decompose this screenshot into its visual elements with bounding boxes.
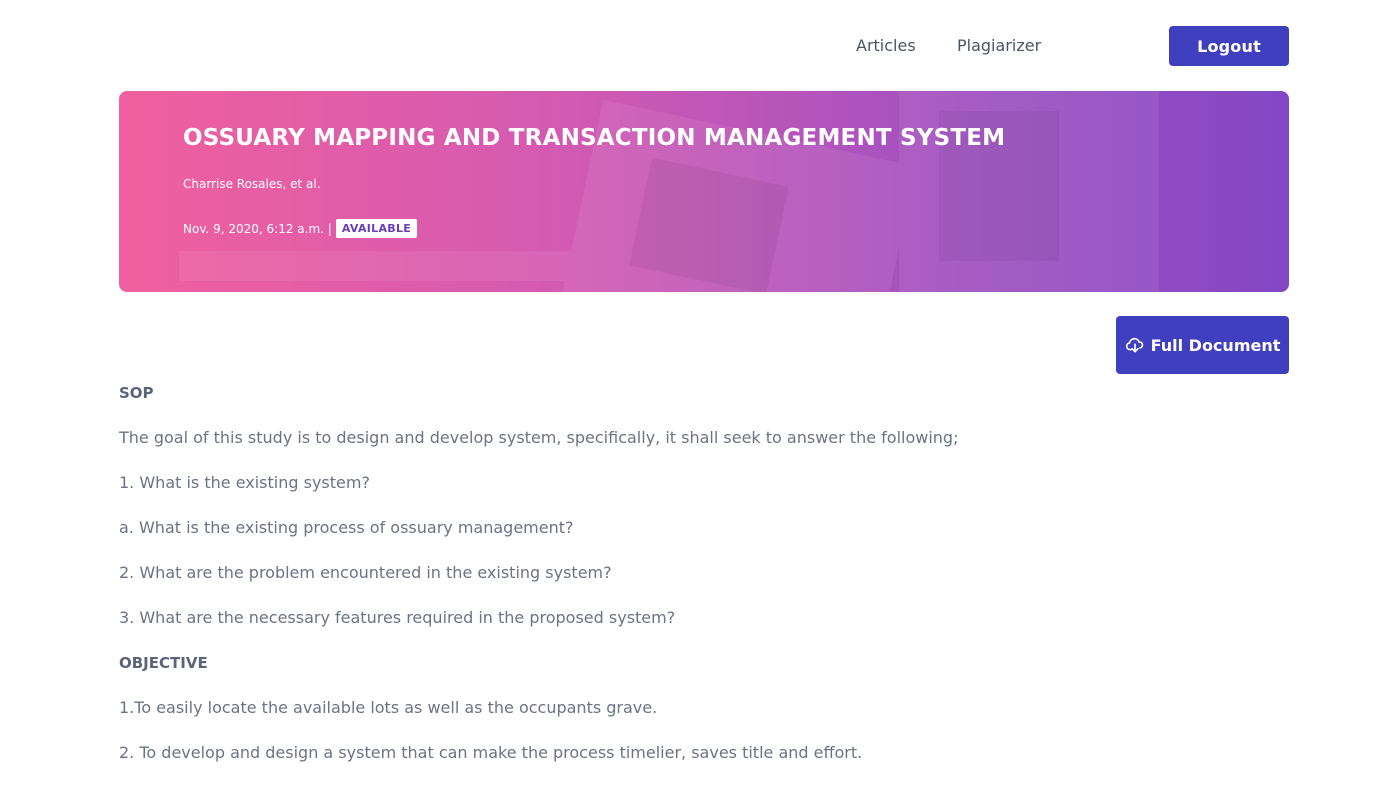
article-meta: Nov. 9, 2020, 6:12 a.m. | AVAILABLE [183,219,418,238]
hero-background-image [179,91,1159,292]
nav-plagiarizer-link[interactable]: Plagiarizer [957,36,1041,55]
logout-button[interactable]: Logout [1169,26,1289,66]
objective-heading: OBJECTIVE [119,654,208,672]
sop-paragraph: 2. What are the problem encountered in t… [119,563,612,582]
nav-articles-link[interactable]: Articles [856,36,916,55]
full-document-label: Full Document [1150,335,1281,355]
article-title: OSSUARY MAPPING AND TRANSACTION MANAGEME… [183,125,1006,151]
article-hero-banner: OSSUARY MAPPING AND TRANSACTION MANAGEME… [119,91,1289,292]
top-navigation: Articles Plagiarizer Logout [0,26,1392,66]
sop-paragraph: 1. What is the existing system? [119,473,370,492]
objective-paragraph: 1.To easily locate the available lots as… [119,698,658,717]
article-content: SOP The goal of this study is to design … [119,384,1119,786]
article-author: Charrise Rosales, et al. [183,177,321,191]
article-date: Nov. 9, 2020, 6:12 a.m. | [183,221,332,236]
sop-paragraph: 3. What are the necessary features requi… [119,608,676,627]
objective-paragraph: 2. To develop and design a system that c… [119,743,863,762]
sop-heading: SOP [119,384,154,402]
full-document-button[interactable]: Full Document [1116,316,1289,374]
status-badge: AVAILABLE [335,219,418,238]
sop-paragraph: The goal of this study is to design and … [119,428,959,447]
cloud-download-icon [1125,337,1143,353]
article-page: Articles Plagiarizer Logout OSSUARY MAPP… [0,0,1392,786]
sop-paragraph: a. What is the existing process of ossua… [119,518,574,537]
